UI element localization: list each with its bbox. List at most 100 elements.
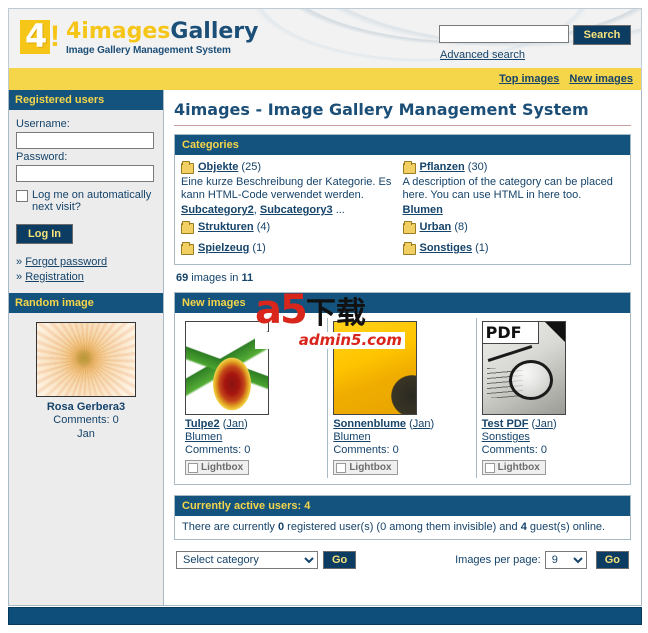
- lightbox-label: Lightbox: [497, 462, 540, 473]
- image-comments: Comments: 0: [481, 444, 548, 456]
- nav-top-images[interactable]: Top images: [499, 73, 559, 85]
- sidebar-links: » Forgot password » Registration: [16, 255, 156, 285]
- lightbox-button[interactable]: Lightbox: [185, 460, 250, 475]
- login-form: Username: Password: Log me on automatica…: [9, 110, 163, 293]
- category-item[interactable]: Urban (8): [402, 221, 619, 234]
- image-cell: Sonnenblume (Jan) Blumen Comments: 0 Lig…: [328, 318, 477, 478]
- images-per-page-go-button[interactable]: Go: [595, 550, 629, 569]
- logo-digit: 4: [25, 17, 48, 55]
- image-category-link[interactable]: Blumen: [333, 431, 370, 443]
- random-image-panel-title: Random image: [9, 293, 163, 313]
- lightbox-label: Lightbox: [349, 462, 392, 473]
- lightbox-button[interactable]: Lightbox: [481, 460, 546, 475]
- logo-exclamation: !: [50, 20, 60, 53]
- site-header: 4 ! 4imagesGallery Image Gallery Managem…: [8, 8, 642, 68]
- images-per-page-select[interactable]: 9: [544, 550, 587, 569]
- image-category-link[interactable]: Blumen: [185, 431, 222, 443]
- image-thumbnail[interactable]: [333, 321, 418, 415]
- registered-users-panel-title: Registered users: [9, 90, 163, 110]
- category-select[interactable]: Select category: [176, 550, 318, 569]
- random-image-thumbnail[interactable]: [36, 322, 136, 397]
- lightbox-checkbox-icon[interactable]: [336, 462, 347, 473]
- image-category-row: Sonstiges: [482, 431, 620, 444]
- random-image-title[interactable]: Rosa Gerbera3: [9, 401, 163, 413]
- forgot-password-row: » Forgot password: [16, 255, 156, 270]
- footer-bar: [8, 607, 642, 625]
- category-link[interactable]: Spielzeug: [198, 242, 249, 254]
- folder-icon: [181, 161, 194, 174]
- subcategory-link[interactable]: Blumen: [403, 204, 443, 216]
- random-image-author: Jan: [77, 428, 95, 440]
- tulip-photo: [186, 322, 268, 414]
- remember-me-row[interactable]: Log me on automatically next visit?: [16, 189, 156, 213]
- image-cell: PDF Test PDF (Jan) Sonstiges Comments: 0: [477, 318, 625, 478]
- category-item[interactable]: Objekte (25): [181, 161, 397, 174]
- footer-controls: Select category Go Images per page: 9 Go: [174, 550, 631, 569]
- category-go-button[interactable]: Go: [323, 550, 357, 569]
- folder-icon: [402, 221, 416, 234]
- remember-me-checkbox[interactable]: [16, 190, 28, 202]
- new-images-panel-title: New images: [175, 293, 630, 313]
- category-link[interactable]: Urban: [420, 221, 452, 233]
- image-title-row: Test PDF (Jan): [482, 418, 620, 431]
- category-item[interactable]: Strukturen (4): [181, 221, 397, 234]
- registration-link[interactable]: Registration: [25, 271, 84, 283]
- search-area: Search Advanced search: [439, 25, 631, 61]
- username-label: Username:: [16, 118, 70, 130]
- image-comments: Comments: 0: [333, 444, 399, 456]
- image-title-link[interactable]: Tulpe2: [185, 418, 220, 430]
- image-thumbnail[interactable]: PDF: [481, 321, 566, 415]
- search-button[interactable]: Search: [573, 25, 631, 45]
- pdf-badge: PDF: [482, 322, 539, 344]
- advanced-search-link[interactable]: Advanced search: [440, 49, 631, 61]
- category-count: (25): [241, 161, 261, 173]
- category-link[interactable]: Strukturen: [198, 221, 254, 233]
- category-link[interactable]: Pflanzen: [420, 161, 465, 173]
- category-count: (8): [454, 221, 468, 233]
- image-author-link[interactable]: Jan: [535, 418, 553, 430]
- lightbox-checkbox-icon[interactable]: [188, 462, 198, 473]
- category-name-wrap: Urban (8): [420, 221, 468, 233]
- image-category-link[interactable]: Sonstiges: [482, 431, 530, 443]
- category-count: (4): [256, 221, 271, 233]
- image-title-row: Tulpe2 (Jan): [185, 418, 322, 431]
- search-input[interactable]: [439, 25, 569, 43]
- new-images-grid: Tulpe2 (Jan) Blumen Comments: 0 Lightbox: [175, 313, 630, 484]
- subcategory-link[interactable]: Subcategory3: [260, 204, 333, 216]
- password-input[interactable]: [16, 165, 154, 182]
- image-author-wrap: (Jan): [222, 418, 248, 430]
- category-item[interactable]: Spielzeug (1): [181, 242, 397, 255]
- subcategory-link[interactable]: Subcategory2: [181, 204, 254, 216]
- folder-icon: [402, 161, 416, 174]
- nav-new-images[interactable]: New images: [569, 73, 633, 85]
- logo-subtitle: Image Gallery Management System: [66, 45, 231, 56]
- username-input[interactable]: [16, 132, 154, 149]
- image-cell: Tulpe2 (Jan) Blumen Comments: 0 Lightbox: [180, 318, 329, 478]
- new-images-panel: New images Tulpe2 (Jan) Blumen Comments:…: [174, 292, 631, 485]
- logo-mark-icon: 4 !: [20, 18, 60, 58]
- active-users-panel: Currently active users: 4 There are curr…: [174, 494, 631, 540]
- lightbox-button[interactable]: Lightbox: [333, 460, 398, 475]
- sidebar: Registered users Username: Password: Log…: [9, 90, 164, 605]
- logo-title-primary: 4images: [66, 19, 171, 44]
- category-item[interactable]: Sonstiges (1): [402, 242, 619, 255]
- login-button[interactable]: Log In: [16, 224, 73, 244]
- remember-me-label: Log me on automatically next visit?: [32, 189, 152, 213]
- category-link[interactable]: Sonstiges: [420, 242, 473, 254]
- lightbox-checkbox-icon[interactable]: [484, 462, 495, 473]
- category-subcategories: Blumen: [403, 204, 619, 217]
- image-title-link[interactable]: Test PDF: [482, 418, 529, 430]
- image-author-link[interactable]: Jan: [226, 418, 244, 430]
- category-count: (1): [252, 242, 266, 254]
- category-link[interactable]: Objekte: [198, 161, 238, 173]
- gallery-stats: 69 images in 11: [176, 272, 631, 284]
- forgot-password-link[interactable]: Forgot password: [25, 256, 107, 268]
- category-item[interactable]: Pflanzen (30): [402, 161, 619, 174]
- image-thumbnail[interactable]: [185, 321, 269, 415]
- password-label: Password:: [16, 151, 68, 163]
- images-per-page-group: Images per page: 9 Go: [455, 550, 629, 569]
- image-title-link[interactable]: Sonnenblume: [333, 418, 406, 430]
- site-logo[interactable]: 4 ! 4imagesGallery Image Gallery Managem…: [20, 18, 259, 58]
- image-author-link[interactable]: Jan: [413, 418, 431, 430]
- glasses-lens-decoration: [508, 360, 553, 400]
